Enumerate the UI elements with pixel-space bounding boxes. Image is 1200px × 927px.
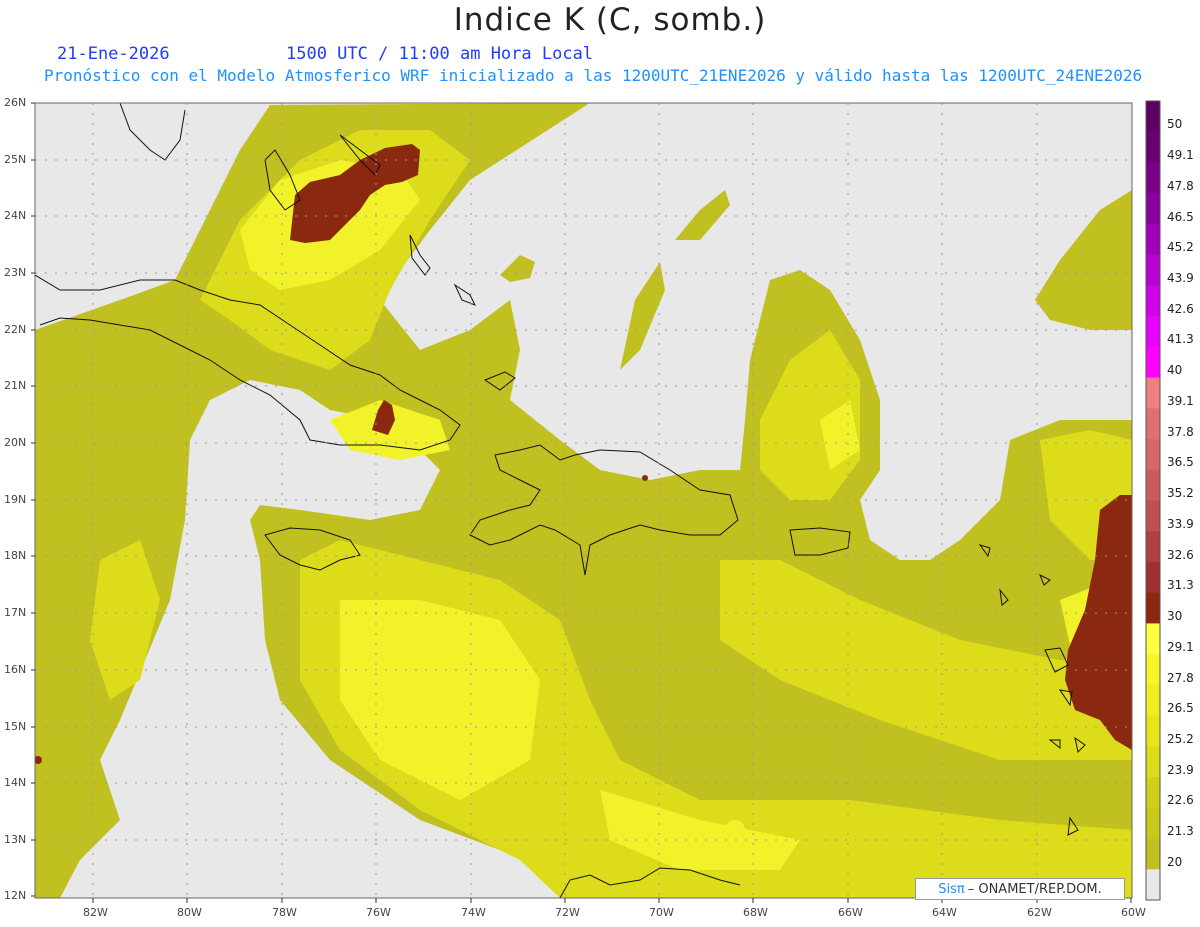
- colorbar-label: 26.5: [1167, 701, 1194, 716]
- colorbar-swatch: [1146, 101, 1160, 133]
- lat-label: 14N: [4, 776, 27, 789]
- lon-label: 74W: [461, 906, 486, 919]
- colorbar-swatch: [1146, 500, 1160, 532]
- colorbar-label: 25.2: [1167, 731, 1194, 746]
- colorbar-label: 22.6: [1167, 793, 1194, 808]
- lat-label: 21N: [4, 379, 27, 392]
- lon-label: 72W: [555, 906, 580, 919]
- colorbar-swatch: [1146, 162, 1160, 194]
- colorbar: [1145, 100, 1161, 901]
- credit-text: – ONAMET/REP.DOM.: [967, 881, 1102, 897]
- colorbar-swatch: [1146, 254, 1160, 286]
- colorbar-swatch: [1146, 346, 1160, 379]
- lon-label: 62W: [1027, 906, 1052, 919]
- colorbar-swatch: [1146, 777, 1160, 809]
- colorbar-swatch: [1146, 654, 1160, 686]
- lon-label: 68W: [743, 906, 768, 919]
- colorbar-label: 27.8: [1167, 670, 1194, 685]
- colorbar-label: 49.1: [1167, 148, 1194, 163]
- colorbar-label: 41.3: [1167, 332, 1194, 347]
- colorbar-label: 31.3: [1167, 578, 1194, 593]
- colorbar-label: 50: [1167, 117, 1183, 132]
- colorbar-swatch: [1146, 623, 1160, 655]
- colorbar-label: 29.1: [1167, 639, 1194, 654]
- lat-label: 12N: [4, 889, 27, 902]
- colorbar-label: 40: [1167, 363, 1183, 378]
- credit-box: Sisπ – ONAMET/REP.DOM.: [915, 878, 1125, 900]
- colorbar-label: 33.9: [1167, 516, 1194, 531]
- colorbar-label: 46.5: [1167, 209, 1194, 224]
- colorbar-swatch: [1146, 223, 1160, 256]
- colorbar-swatch: [1146, 316, 1160, 348]
- lat-label: 22N: [4, 323, 27, 336]
- lat-label: 25N: [4, 153, 27, 166]
- colorbar-label: 45.2: [1167, 240, 1194, 255]
- colorbar-label: 35.2: [1167, 486, 1194, 501]
- colorbar-swatch: [1146, 746, 1160, 778]
- colorbar-label: 36.5: [1167, 455, 1194, 470]
- colorbar-label: 47.8: [1167, 178, 1194, 193]
- sispi-logo: Sisπ: [938, 881, 965, 897]
- lat-label: 19N: [4, 493, 27, 506]
- colorbar-label: 20: [1167, 854, 1183, 869]
- colorbar-swatch: [1146, 377, 1160, 409]
- colorbar-label: 32.6: [1167, 547, 1194, 562]
- colorbar-swatch: [1146, 469, 1160, 501]
- colorbar-swatch: [1146, 193, 1160, 225]
- colorbar-label: 43.9: [1167, 271, 1194, 286]
- lon-label: 64W: [932, 906, 957, 919]
- lat-label: 16N: [4, 663, 27, 676]
- colorbar-swatch: [1146, 715, 1160, 747]
- lat-label: 15N: [4, 720, 27, 733]
- colorbar-label: 21.3: [1167, 824, 1194, 839]
- lat-label: 23N: [4, 266, 27, 279]
- colorbar-swatch: [1146, 807, 1160, 840]
- colorbar-label: 30: [1167, 609, 1183, 624]
- colorbar-swatch: [1146, 285, 1160, 317]
- lon-label: 60W: [1121, 906, 1146, 919]
- lat-label: 18N: [4, 549, 27, 562]
- lat-label: 13N: [4, 833, 27, 846]
- colorbar-swatch: [1146, 592, 1160, 624]
- colorbar-swatch: [1146, 838, 1160, 870]
- colorbar-label: 23.9: [1167, 762, 1194, 777]
- map-panel: [31, 100, 1161, 903]
- colorbar-label: 42.6: [1167, 301, 1194, 316]
- colorbar-swatch: [1146, 439, 1160, 471]
- colorbar-label: 39.1: [1167, 393, 1194, 408]
- lat-label: 26N: [4, 96, 27, 109]
- colorbar-swatch: [1146, 561, 1160, 594]
- lon-label: 82W: [83, 906, 108, 919]
- colorbar-swatch: [1146, 131, 1160, 163]
- colorbar-swatch: [1146, 531, 1160, 563]
- colorbar-swatch: [1146, 408, 1160, 440]
- lon-label: 66W: [838, 906, 863, 919]
- colorbar-label: 37.8: [1167, 424, 1194, 439]
- colorbar-swatch-below-min: [1146, 869, 1160, 900]
- colorbar-swatch: [1146, 684, 1160, 717]
- lon-label: 80W: [177, 906, 202, 919]
- lat-label: 24N: [4, 209, 27, 222]
- lon-label: 76W: [366, 906, 391, 919]
- lat-label: 20N: [4, 436, 27, 449]
- lat-label: 17N: [4, 606, 27, 619]
- lon-label: 70W: [649, 906, 674, 919]
- k-max-hispaniola: [642, 475, 648, 481]
- lon-label: 78W: [272, 906, 297, 919]
